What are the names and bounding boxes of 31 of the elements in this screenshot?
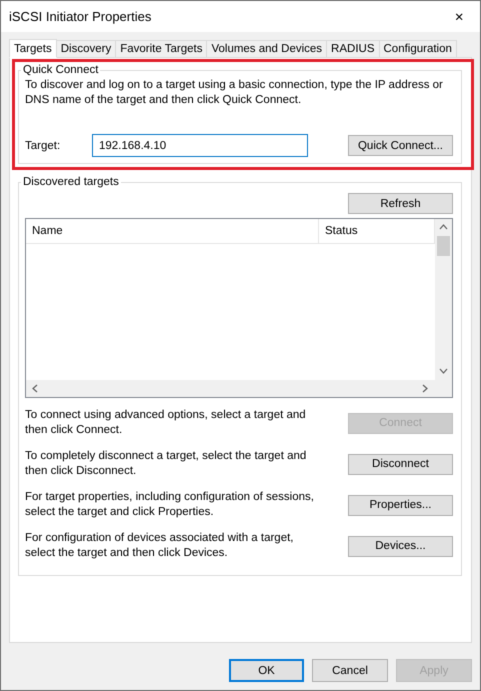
scroll-right-icon[interactable] [421, 384, 430, 393]
scroll-up-icon[interactable] [439, 223, 448, 232]
quick-connect-button[interactable]: Quick Connect... [348, 135, 453, 156]
scroll-thumb[interactable] [437, 236, 450, 256]
targets-list[interactable]: Name Status [25, 218, 453, 398]
column-header[interactable]: Name [26, 219, 319, 243]
action-button[interactable]: Properties... [348, 494, 453, 516]
target-input-field[interactable]: 192.168.4.10 [92, 134, 308, 157]
action-button[interactable]: Disconnect [348, 454, 453, 474]
window-title: iSCSI Initiator Properties [9, 9, 152, 24]
dialog-button[interactable]: OK [229, 659, 304, 682]
scroll-left-icon[interactable] [31, 384, 40, 393]
tab[interactable]: Configuration [378, 40, 457, 57]
tab[interactable]: Targets [9, 39, 57, 58]
vertical-scrollbar[interactable] [435, 219, 452, 380]
horizontal-scrollbar[interactable] [26, 380, 435, 397]
group-title: Quick Connect [22, 64, 100, 76]
group-title: Discovered targets [22, 176, 120, 188]
refresh-button[interactable]: Refresh [348, 193, 453, 214]
action-button[interactable]: Devices... [348, 536, 453, 556]
instruction-text: For target properties, including configuration of sessions, select the target and click Properties. [25, 490, 315, 520]
target-label: Target: [25, 140, 62, 152]
dialog-button[interactable]: Cancel [312, 659, 388, 682]
scroll-down-icon[interactable] [439, 367, 448, 376]
instruction-text: To completely disconnect a target, select the target and then click Disconnect. [25, 449, 308, 479]
tab[interactable]: Discovery [56, 40, 116, 57]
instruction-text: For configuration of devices associated with a target, select the target and then click Devices. [25, 531, 294, 561]
close-button[interactable]: ✕ [450, 10, 468, 24]
instruction-text: To connect using advanced options, select a target and then click Connect. [25, 408, 307, 438]
description-text: To discover and log on to a target using a basic connection, type the IP address or DNS name of the target and then click Quick Connect. [25, 78, 444, 108]
tab[interactable]: Favorite Targets [115, 40, 208, 57]
